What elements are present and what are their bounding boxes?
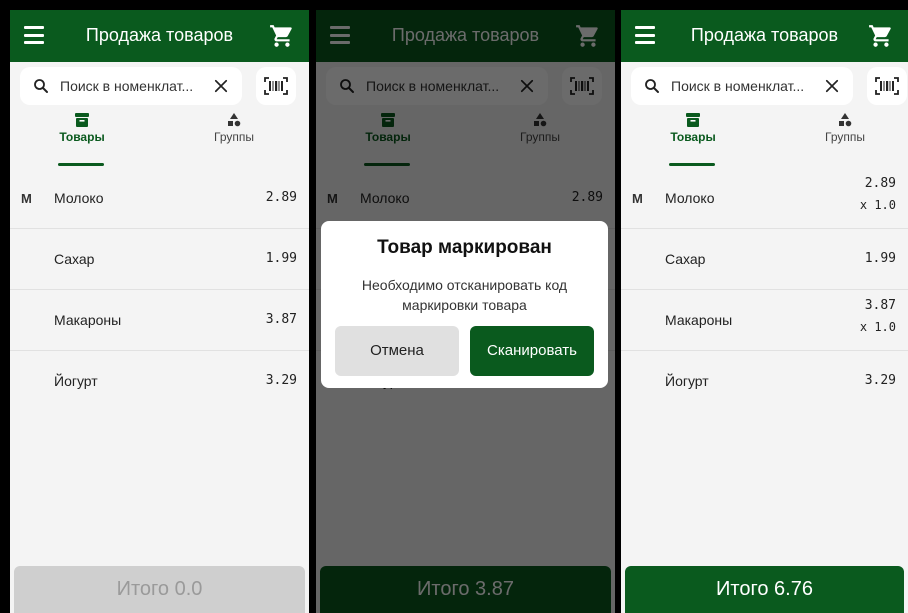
scan-button[interactable]: Сканировать (470, 326, 594, 376)
close-icon[interactable] (823, 76, 841, 96)
archive-box-icon (686, 113, 700, 127)
barcode-scan-icon (264, 77, 288, 95)
item-name: Сахар (665, 251, 706, 267)
screen-cart-filled: Продажа товаров Поиск в номенклат... Тов… (621, 10, 908, 613)
item-price: 1.99 (265, 251, 297, 266)
tab-groups[interactable]: Группы (194, 112, 274, 160)
tab-products[interactable]: Товары (653, 112, 733, 160)
search-input[interactable]: Поиск в номенклат... (20, 67, 242, 105)
tab-products[interactable]: Товары (42, 112, 122, 160)
item-name: Молоко (665, 190, 715, 206)
shopping-cart-icon[interactable] (866, 23, 896, 49)
item-name: Макароны (665, 312, 733, 328)
close-icon[interactable] (212, 76, 230, 96)
search-input[interactable]: Поиск в номенклат... (631, 67, 853, 105)
barcode-scan-icon (875, 77, 899, 95)
active-tab-indicator (58, 163, 104, 166)
archive-box-icon (75, 113, 89, 127)
shopping-cart-icon[interactable] (267, 23, 297, 49)
marked-badge: M (21, 191, 32, 206)
item-price: 2.89 (265, 190, 297, 205)
item-price: 3.87 (265, 312, 297, 327)
item-quantity: x 1.0 (859, 198, 896, 212)
marked-badge: M (632, 191, 643, 206)
item-name: Молоко (54, 190, 104, 206)
dialog-message: Необходимо отсканировать код маркировки … (361, 277, 568, 313)
item-price: 3.87 (864, 298, 896, 313)
list-item[interactable]: M Молоко 2.89 x 1.0 (621, 168, 908, 229)
app-bar: Продажа товаров (10, 10, 309, 62)
product-list: M Молоко 2.89 Сахар 1.99 Макароны 3.87 Йогур… (10, 168, 309, 411)
active-tab-indicator (669, 163, 715, 166)
dialog-title: Товар маркирован (377, 237, 552, 258)
tab-products-label: Товары (670, 130, 716, 144)
list-item[interactable]: Сахар 1.99 (10, 229, 309, 290)
shapes-icon (839, 113, 852, 127)
list-item[interactable]: Сахар 1.99 (621, 229, 908, 290)
app-bar: Продажа товаров (621, 10, 908, 62)
list-item[interactable]: Макароны 3.87 x 1.0 (621, 290, 908, 351)
tab-groups[interactable]: Группы (805, 112, 885, 160)
barcode-scan-button[interactable] (256, 67, 296, 105)
item-price: 3.29 (265, 373, 297, 388)
tab-products-label: Товары (59, 130, 105, 144)
item-name: Макароны (54, 312, 122, 328)
total-checkout-button[interactable]: Итого 0.0 (14, 566, 305, 613)
screen-empty-cart: Продажа товаров Поиск в номенклат... Тов… (10, 10, 309, 613)
shapes-icon (228, 113, 241, 127)
item-price: 1.99 (864, 251, 896, 266)
item-name: Сахар (54, 251, 95, 267)
item-quantity: x 1.0 (859, 320, 896, 334)
search-placeholder: Поиск в номенклат... (60, 78, 194, 94)
page-title: Продажа товаров (690, 25, 839, 45)
search-placeholder: Поиск в номенклат... (671, 78, 805, 94)
item-name: Йогурт (665, 373, 709, 389)
list-item[interactable]: Йогурт 3.29 (10, 351, 309, 411)
screen-marked-dialog: Продажа товаров Поиск в номенклат... Тов… (316, 10, 615, 613)
cancel-button[interactable]: Отмена (335, 326, 459, 376)
total-checkout-button[interactable]: Итого 6.76 (625, 566, 904, 613)
product-list: M Молоко 2.89 x 1.0 Сахар 1.99 Макароны 3.87 x… (621, 168, 908, 411)
item-price: 3.29 (864, 373, 896, 388)
barcode-scan-button[interactable] (867, 67, 907, 105)
search-icon (34, 79, 48, 93)
list-item[interactable]: M Молоко 2.89 (10, 168, 309, 229)
list-item[interactable]: Йогурт 3.29 (621, 351, 908, 411)
item-name: Йогурт (54, 373, 98, 389)
marked-item-dialog: Товар маркирован Необходимо отсканироват… (321, 221, 608, 388)
tab-groups-label: Группы (214, 130, 254, 144)
tab-groups-label: Группы (825, 130, 865, 144)
search-icon (645, 79, 659, 93)
page-title: Продажа товаров (85, 25, 234, 45)
list-item[interactable]: Макароны 3.87 (10, 290, 309, 351)
item-price: 2.89 (864, 176, 896, 191)
